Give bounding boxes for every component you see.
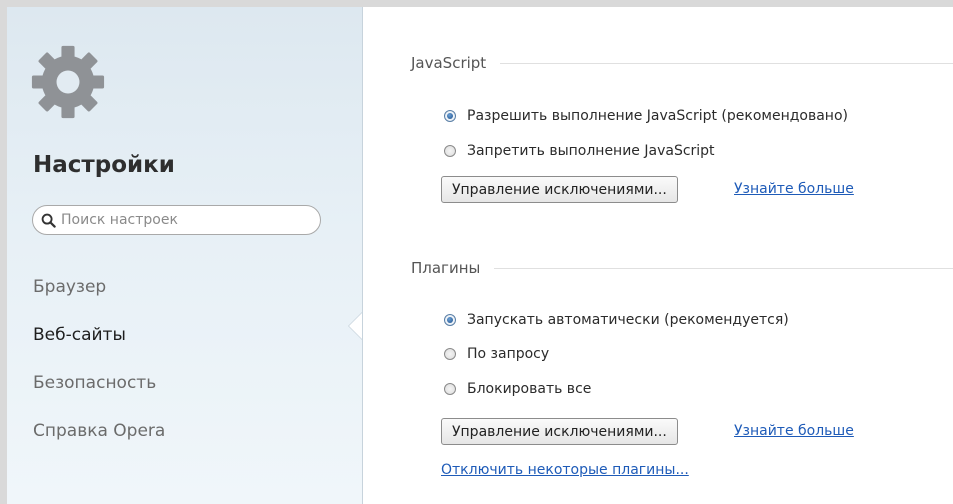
manage-exceptions-button[interactable]: Управление исключениями... (441, 418, 678, 445)
radio-label: Запускать автоматически (рекомендуется) (467, 312, 789, 328)
javascript-section-header: JavaScript (411, 52, 953, 74)
sidebar-nav: Браузер Веб-сайты Безопасность Справка O… (33, 269, 165, 461)
plugins-section-header: Плагины (411, 257, 953, 279)
radio-label: По запросу (467, 346, 550, 362)
radio-label: Блокировать все (467, 381, 592, 397)
radio-on-demand[interactable]: По запросу (444, 346, 549, 362)
active-pointer (349, 313, 362, 339)
sidebar-item-opera-help[interactable]: Справка Opera (33, 413, 165, 461)
learn-more-link[interactable]: Узнайте больше (734, 181, 854, 197)
learn-more-link[interactable]: Узнайте больше (734, 423, 854, 439)
sidebar: Настройки Браузер Веб-сайты Безопасность… (7, 7, 363, 504)
search-icon (41, 213, 56, 228)
plugins-section: Плагины Запускать автоматически (рекомен… (411, 257, 953, 497)
manage-exceptions-button[interactable]: Управление исключениями... (441, 176, 678, 203)
search-box[interactable] (32, 205, 321, 235)
radio-block-javascript[interactable]: Запретить выполнение JavaScript (444, 143, 715, 159)
gear-icon (31, 45, 105, 119)
page-title: Настройки (33, 152, 175, 178)
radio-run-automatically[interactable]: Запускать автоматически (рекомендуется) (444, 312, 789, 328)
section-divider (494, 267, 953, 269)
javascript-section: JavaScript Разрешить выполнение JavaScri… (411, 52, 953, 222)
section-divider (500, 62, 953, 64)
radio-label: Запретить выполнение JavaScript (467, 143, 715, 159)
sidebar-item-security[interactable]: Безопасность (33, 365, 165, 413)
radio-label: Разрешить выполнение JavaScript (рекомен… (467, 108, 848, 124)
radio-block-all[interactable]: Блокировать все (444, 381, 591, 397)
radio-button-checked[interactable] (444, 110, 456, 122)
radio-allow-javascript[interactable]: Разрешить выполнение JavaScript (рекомен… (444, 108, 848, 124)
search-input[interactable] (61, 212, 301, 228)
radio-button[interactable] (444, 383, 456, 395)
javascript-section-title: JavaScript (411, 54, 487, 72)
plugins-section-title: Плагины (411, 259, 481, 277)
radio-button-checked[interactable] (444, 314, 456, 326)
radio-button[interactable] (444, 145, 456, 157)
sidebar-item-browser[interactable]: Браузер (33, 269, 165, 317)
disable-plugins-link[interactable]: Отключить некоторые плагины... (441, 462, 689, 478)
sidebar-item-websites[interactable]: Веб-сайты (33, 317, 165, 365)
radio-button[interactable] (444, 348, 456, 360)
